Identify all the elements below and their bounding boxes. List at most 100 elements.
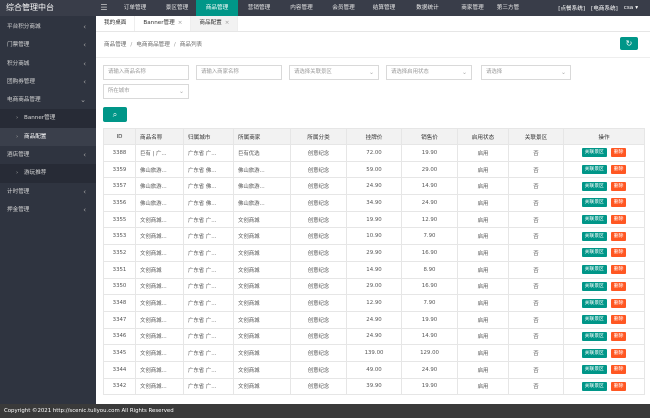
table-cell: 文创商城 <box>233 294 291 312</box>
table-cell: 创意纪念 <box>290 227 347 246</box>
user-menu[interactable]: csa ▾ <box>624 5 644 11</box>
link-scenic-button[interactable]: 关联景区 <box>581 281 607 291</box>
sidebar-item[interactable]: 门票管理 ‹ <box>0 36 96 54</box>
actions-cell: 关联景区 删除 <box>563 260 645 279</box>
delete-button[interactable]: 删除 <box>610 365 627 375</box>
table-cell: 3352 <box>103 244 136 262</box>
scenic-select[interactable]: 请选择关联景区 ⌄ <box>289 65 379 80</box>
delete-button[interactable]: 删除 <box>610 148 627 158</box>
delete-button[interactable]: 删除 <box>610 281 627 291</box>
table-cell: 否 <box>508 310 564 329</box>
table-cell: 文创商城 <box>233 244 291 262</box>
table-cell: 启用 <box>457 194 509 212</box>
sidebar-item[interactable]: 团购券管理 ‹ <box>0 73 96 91</box>
top-nav-item[interactable]: 第三方管 <box>494 0 522 16</box>
top-nav-item[interactable]: 订单管理 <box>112 0 158 16</box>
top-nav-item[interactable]: 商品管理 <box>196 0 238 16</box>
search-button[interactable]: ⌕ <box>103 107 127 122</box>
delete-button[interactable]: 删除 <box>610 181 627 191</box>
chevron-left-icon: ‹ <box>83 77 86 86</box>
link-scenic-button[interactable]: 关联景区 <box>581 231 607 241</box>
table-cell: 文创商城... <box>135 377 184 396</box>
top-nav-item[interactable]: 商家管理 <box>451 0 494 16</box>
top-nav-item[interactable]: 会员管理 <box>323 0 364 16</box>
system-link-ecommerce[interactable]: [电商系统] <box>591 4 618 12</box>
close-icon[interactable]: × <box>178 20 183 26</box>
table-cell: 文创商城 <box>135 260 184 279</box>
table-cell: 广东省 广... <box>183 310 234 329</box>
delete-button[interactable]: 删除 <box>610 381 627 391</box>
top-nav-item[interactable]: 数据统计 <box>404 0 451 16</box>
table-cell: 19.90 <box>401 377 458 396</box>
link-scenic-button[interactable]: 关联景区 <box>581 348 607 358</box>
sidebar-item[interactable]: 押金管理 ‹ <box>0 201 96 219</box>
refresh-button[interactable]: ↻ <box>620 37 638 50</box>
link-scenic-button[interactable]: 关联景区 <box>581 331 607 341</box>
link-scenic-button[interactable]: 关联景区 <box>581 298 607 308</box>
link-scenic-button[interactable]: 关联景区 <box>581 165 607 175</box>
link-scenic-button[interactable]: 关联景区 <box>581 181 607 191</box>
table-cell: 文创商城 <box>233 377 291 396</box>
link-scenic-button[interactable]: 关联景区 <box>581 381 607 391</box>
actions-cell: 关联景区 删除 <box>563 327 645 346</box>
delete-button[interactable]: 删除 <box>610 231 627 241</box>
sidebar-item[interactable]: 平台积分商城 ‹ <box>0 18 96 36</box>
sidebar-item[interactable]: › 商品配置 <box>0 127 96 147</box>
generic-select[interactable]: 请选择 ⌄ <box>481 65 571 80</box>
tab[interactable]: 商品配置 × <box>191 16 239 31</box>
delete-button[interactable]: 删除 <box>610 165 627 175</box>
sidebar-item[interactable]: 酒店管理 ‹ <box>0 146 96 164</box>
table-cell: 创意纪念 <box>290 344 347 362</box>
table-cell: 广东省 佛... <box>183 177 234 196</box>
delete-button[interactable]: 删除 <box>610 248 627 258</box>
sidebar-item[interactable]: › 游玩推荐 <box>0 164 96 183</box>
delete-button[interactable]: 删除 <box>610 315 627 325</box>
system-link-ordering[interactable]: [点餐系统] <box>558 4 585 12</box>
link-scenic-button[interactable]: 关联景区 <box>581 215 607 225</box>
link-scenic-button[interactable]: 关联景区 <box>581 198 607 208</box>
table-cell: 广东省 广... <box>183 360 234 379</box>
top-nav-item[interactable]: 内容管理 <box>280 0 323 16</box>
chevron-right-icon: › <box>16 133 19 140</box>
table-cell: 佛山旅游... <box>135 160 184 179</box>
chevron-left-icon: ‹ <box>83 187 86 196</box>
delete-button[interactable]: 删除 <box>610 265 627 275</box>
link-scenic-button[interactable]: 关联景区 <box>581 148 607 158</box>
link-scenic-button[interactable]: 关联景区 <box>581 265 607 275</box>
city-select[interactable]: 所在城市 ⌄ <box>103 84 189 99</box>
breadcrumb-item[interactable]: 电商商品管理 <box>136 42 170 48</box>
table-cell: 文创商城 <box>233 360 291 379</box>
table-cell: 启用 <box>457 260 509 279</box>
table-cell: 广东省 佛... <box>183 194 234 212</box>
status-select[interactable]: 请选择启用状态 ⌄ <box>386 65 472 80</box>
top-nav-item[interactable]: 景区管理 <box>158 0 196 16</box>
sidebar-item[interactable]: 电商商品管理 ⌄ <box>0 91 96 109</box>
sidebar-item[interactable]: 积分商城 ‹ <box>0 55 96 73</box>
delete-button[interactable]: 删除 <box>610 331 627 341</box>
placeholder: 所在城市 <box>108 88 130 94</box>
top-nav-item[interactable]: 营销管理 <box>238 0 280 16</box>
link-scenic-button[interactable]: 关联景区 <box>581 248 607 258</box>
breadcrumb-item[interactable]: 商品管理 <box>104 42 126 48</box>
sidebar-item-label: 积分商城 <box>7 60 30 67</box>
chevron-down-icon: ⌄ <box>80 96 86 105</box>
tab[interactable]: Banner管理 × <box>135 16 192 31</box>
link-scenic-button[interactable]: 关联景区 <box>581 365 607 375</box>
tab[interactable]: 我的桌面 <box>96 16 136 31</box>
chevron-left-icon: ‹ <box>83 151 86 160</box>
sidebar-item[interactable]: › Banner管理 <box>0 109 96 128</box>
delete-button[interactable]: 删除 <box>610 198 627 208</box>
merchant-name-input[interactable]: 请输入商家名称 <box>196 65 282 80</box>
close-icon[interactable]: × <box>225 20 230 26</box>
top-nav-item[interactable]: 结算管理 <box>364 0 404 16</box>
menu-icon[interactable]: ☰ <box>97 0 111 16</box>
table-cell: 启用 <box>457 294 509 312</box>
delete-button[interactable]: 删除 <box>610 215 627 225</box>
delete-button[interactable]: 删除 <box>610 348 627 358</box>
table-cell: 39.90 <box>346 377 402 396</box>
delete-button[interactable]: 删除 <box>610 298 627 308</box>
sidebar-item[interactable]: 计时管理 ‹ <box>0 183 96 201</box>
product-name-input[interactable]: 请输入商品名称 <box>103 65 189 80</box>
table-cell: 否 <box>508 244 564 262</box>
link-scenic-button[interactable]: 关联景区 <box>581 315 607 325</box>
